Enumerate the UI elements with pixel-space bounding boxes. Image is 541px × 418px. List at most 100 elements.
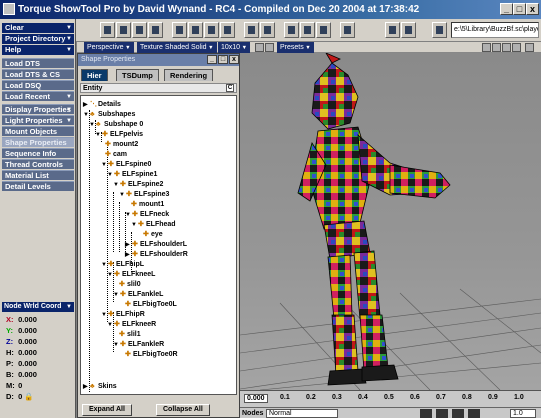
- solid-icon[interactable]: [300, 22, 315, 38]
- new-icon[interactable]: [100, 22, 115, 38]
- time-current-field[interactable]: 0.000: [244, 394, 268, 403]
- grid-icon[interactable]: [204, 22, 219, 38]
- timeline-tick: 0.5: [384, 394, 394, 401]
- camera-icon[interactable]: [172, 22, 187, 38]
- tree-node-mount2[interactable]: ✚ mount2: [105, 140, 138, 150]
- tree-node-elfpelvis[interactable]: ▼✚ ELFpelvis: [95, 130, 143, 140]
- play-mode-dropdown[interactable]: Normal: [266, 409, 338, 418]
- timeline-tick: 0.3: [332, 394, 342, 401]
- timeline-track[interactable]: [240, 407, 541, 408]
- tree-node-elfshoulderl[interactable]: ▶ ✚ ELFshoulderL: [125, 240, 187, 250]
- shading-mode-dropdown[interactable]: Texture Shaded Solid: [137, 42, 217, 53]
- close-button[interactable]: x: [526, 3, 539, 15]
- collapse-all-button[interactable]: Collapse All: [156, 404, 210, 416]
- speed-field[interactable]: 1.0: [510, 409, 536, 418]
- clear-menu[interactable]: Clear: [2, 23, 74, 33]
- project-directory-menu[interactable]: Project Directory: [2, 34, 74, 44]
- lock-icon[interactable]: 🔒: [24, 392, 33, 401]
- play-icon[interactable]: [452, 409, 464, 418]
- texture-icon[interactable]: [316, 22, 331, 38]
- file-path-field[interactable]: e:\5\Library\BuzzBf.sc\player.dts: [451, 22, 539, 38]
- view-option-3-icon[interactable]: [502, 43, 511, 52]
- tree-node-subshapes[interactable]: ▼♣ Subshapes: [83, 110, 135, 120]
- tab-hier[interactable]: Hier: [81, 69, 108, 81]
- display-properties-button[interactable]: Display Properties: [2, 104, 74, 114]
- expand-all-button[interactable]: Expand All: [82, 404, 132, 416]
- axis-toggle-icon[interactable]: [265, 43, 274, 52]
- node-world-coord-menu[interactable]: Node Wrld Coord: [2, 302, 74, 312]
- sequence-info-button[interactable]: Sequence Info: [2, 148, 74, 158]
- maximize-button[interactable]: □: [513, 3, 526, 15]
- shape-properties-button[interactable]: Shape Properties: [2, 137, 74, 147]
- grid-size-dropdown[interactable]: 10x10: [218, 42, 251, 53]
- search-icon[interactable]: [401, 22, 416, 38]
- minimize-button[interactable]: _: [500, 3, 513, 15]
- panel-minimize-button[interactable]: _: [207, 55, 217, 64]
- play-icon[interactable]: [244, 22, 259, 38]
- coord-p: P: 0.000: [6, 359, 37, 368]
- view-option-4-icon[interactable]: [512, 43, 521, 52]
- tab-rendering[interactable]: Rendering: [164, 69, 214, 81]
- tree-node-elfbigtoe0l[interactable]: ✚ ELFbigToe0L: [125, 300, 177, 310]
- tree-node-skins[interactable]: ▶ ♣ Skins: [83, 382, 117, 392]
- tree-node-elfanklel[interactable]: ▼✚ ELFankleL: [113, 290, 163, 300]
- detail-levels-button[interactable]: Detail Levels: [2, 181, 74, 191]
- tree-node-elfhipr[interactable]: ▼✚ ELFhipR: [101, 310, 145, 320]
- load-dts-button[interactable]: Load DTS: [2, 58, 74, 68]
- tree-node-elfkneel[interactable]: ▼✚ ELFkneeL: [107, 270, 155, 280]
- tree-node-elfspine3[interactable]: ▼✚ ELFspine3: [119, 190, 169, 200]
- tree-node-slil1[interactable]: ✚ slil1: [119, 330, 141, 340]
- light-icon[interactable]: [188, 22, 203, 38]
- tree-node-slil0[interactable]: ✚ slil0: [119, 280, 141, 290]
- material-list-button[interactable]: Material List: [2, 170, 74, 180]
- grid-toggle-icon[interactable]: [255, 43, 264, 52]
- tree-node-eye[interactable]: ✚ eye: [143, 230, 163, 240]
- panel-restore-button[interactable]: □: [218, 55, 228, 64]
- tree-node-elfhipl[interactable]: ▼✚ ELFhipL: [101, 260, 144, 270]
- wireframe-icon[interactable]: [284, 22, 299, 38]
- tree-node-elfhead[interactable]: ▼✚ ELFhead: [131, 220, 176, 230]
- timeline-bar[interactable]: 0.000 0.1 0.2 0.3 0.4 0.5 0.6 0.7 0.8 0.…: [240, 390, 541, 418]
- help-menu[interactable]: Help: [2, 45, 74, 55]
- export-icon[interactable]: [148, 22, 163, 38]
- screenshot-icon[interactable]: [385, 22, 400, 38]
- hierarchy-tree[interactable]: ▶ ⋱Details ▼♣ Subshapes ▼♣ Subshape 0 ▼✚ ELF…: [80, 95, 237, 395]
- camera-mode-dropdown[interactable]: Perspective: [84, 42, 134, 53]
- tree-node-elfspine2[interactable]: ▼✚ ELFspine2: [113, 180, 163, 190]
- tree-node-mount1[interactable]: ✚ mount1: [131, 200, 164, 210]
- view-option-1-icon[interactable]: [482, 43, 491, 52]
- tab-tsdump[interactable]: TSDump: [116, 69, 159, 81]
- tree-node-subshape-0[interactable]: ▼♣ Subshape 0: [89, 120, 143, 130]
- pause-icon[interactable]: [260, 22, 275, 38]
- step-forward-icon[interactable]: [468, 409, 480, 418]
- save-icon[interactable]: [132, 22, 147, 38]
- timeline-tick: 0.9: [488, 394, 498, 401]
- load-dts-cs-button[interactable]: Load DTS & CS: [2, 69, 74, 79]
- tree-node-details[interactable]: ▶ ⋱Details: [83, 100, 121, 110]
- open-icon[interactable]: [116, 22, 131, 38]
- panel-close-button[interactable]: x: [229, 55, 239, 64]
- view-option-5-icon[interactable]: [525, 43, 534, 52]
- step-back-icon[interactable]: [436, 409, 448, 418]
- view-option-2-icon[interactable]: [492, 43, 501, 52]
- light-properties-button[interactable]: Light Properties: [2, 115, 74, 125]
- tree-node-elfshoulderr[interactable]: ▶ ✚ ELFshoulderR: [125, 250, 188, 260]
- load-dsq-button[interactable]: Load DSQ: [2, 80, 74, 90]
- tree-node-elfankler[interactable]: ▼✚ ELFankleR: [113, 340, 164, 350]
- load-recent-menu[interactable]: Load Recent: [2, 91, 74, 101]
- mount-objects-button[interactable]: Mount Objects: [2, 126, 74, 136]
- entity-close-button[interactable]: C: [226, 84, 234, 92]
- tree-node-elfneck[interactable]: ▼✚ ELFneck: [125, 210, 169, 220]
- node-icon[interactable]: [340, 22, 355, 38]
- tree-node-elfspine0[interactable]: ▼✚ ELFspine0: [101, 160, 151, 170]
- tree-node-elfspine1[interactable]: ▼✚ ELFspine1: [107, 170, 157, 180]
- axis-icon[interactable]: [220, 22, 235, 38]
- play-back-icon[interactable]: [420, 409, 432, 418]
- thread-controls-button[interactable]: Thread Controls: [2, 159, 74, 169]
- folder-icon[interactable]: [432, 22, 447, 38]
- tree-node-elfbigtoe0r[interactable]: ✚ ELFbigToe0R: [125, 350, 178, 360]
- tree-node-cam[interactable]: ✚ cam: [105, 150, 127, 160]
- presets-dropdown[interactable]: Presets: [277, 42, 314, 53]
- 3d-viewport[interactable]: [240, 53, 541, 390]
- tree-node-elfkneer[interactable]: ▼✚ ELFkneeR: [107, 320, 156, 330]
